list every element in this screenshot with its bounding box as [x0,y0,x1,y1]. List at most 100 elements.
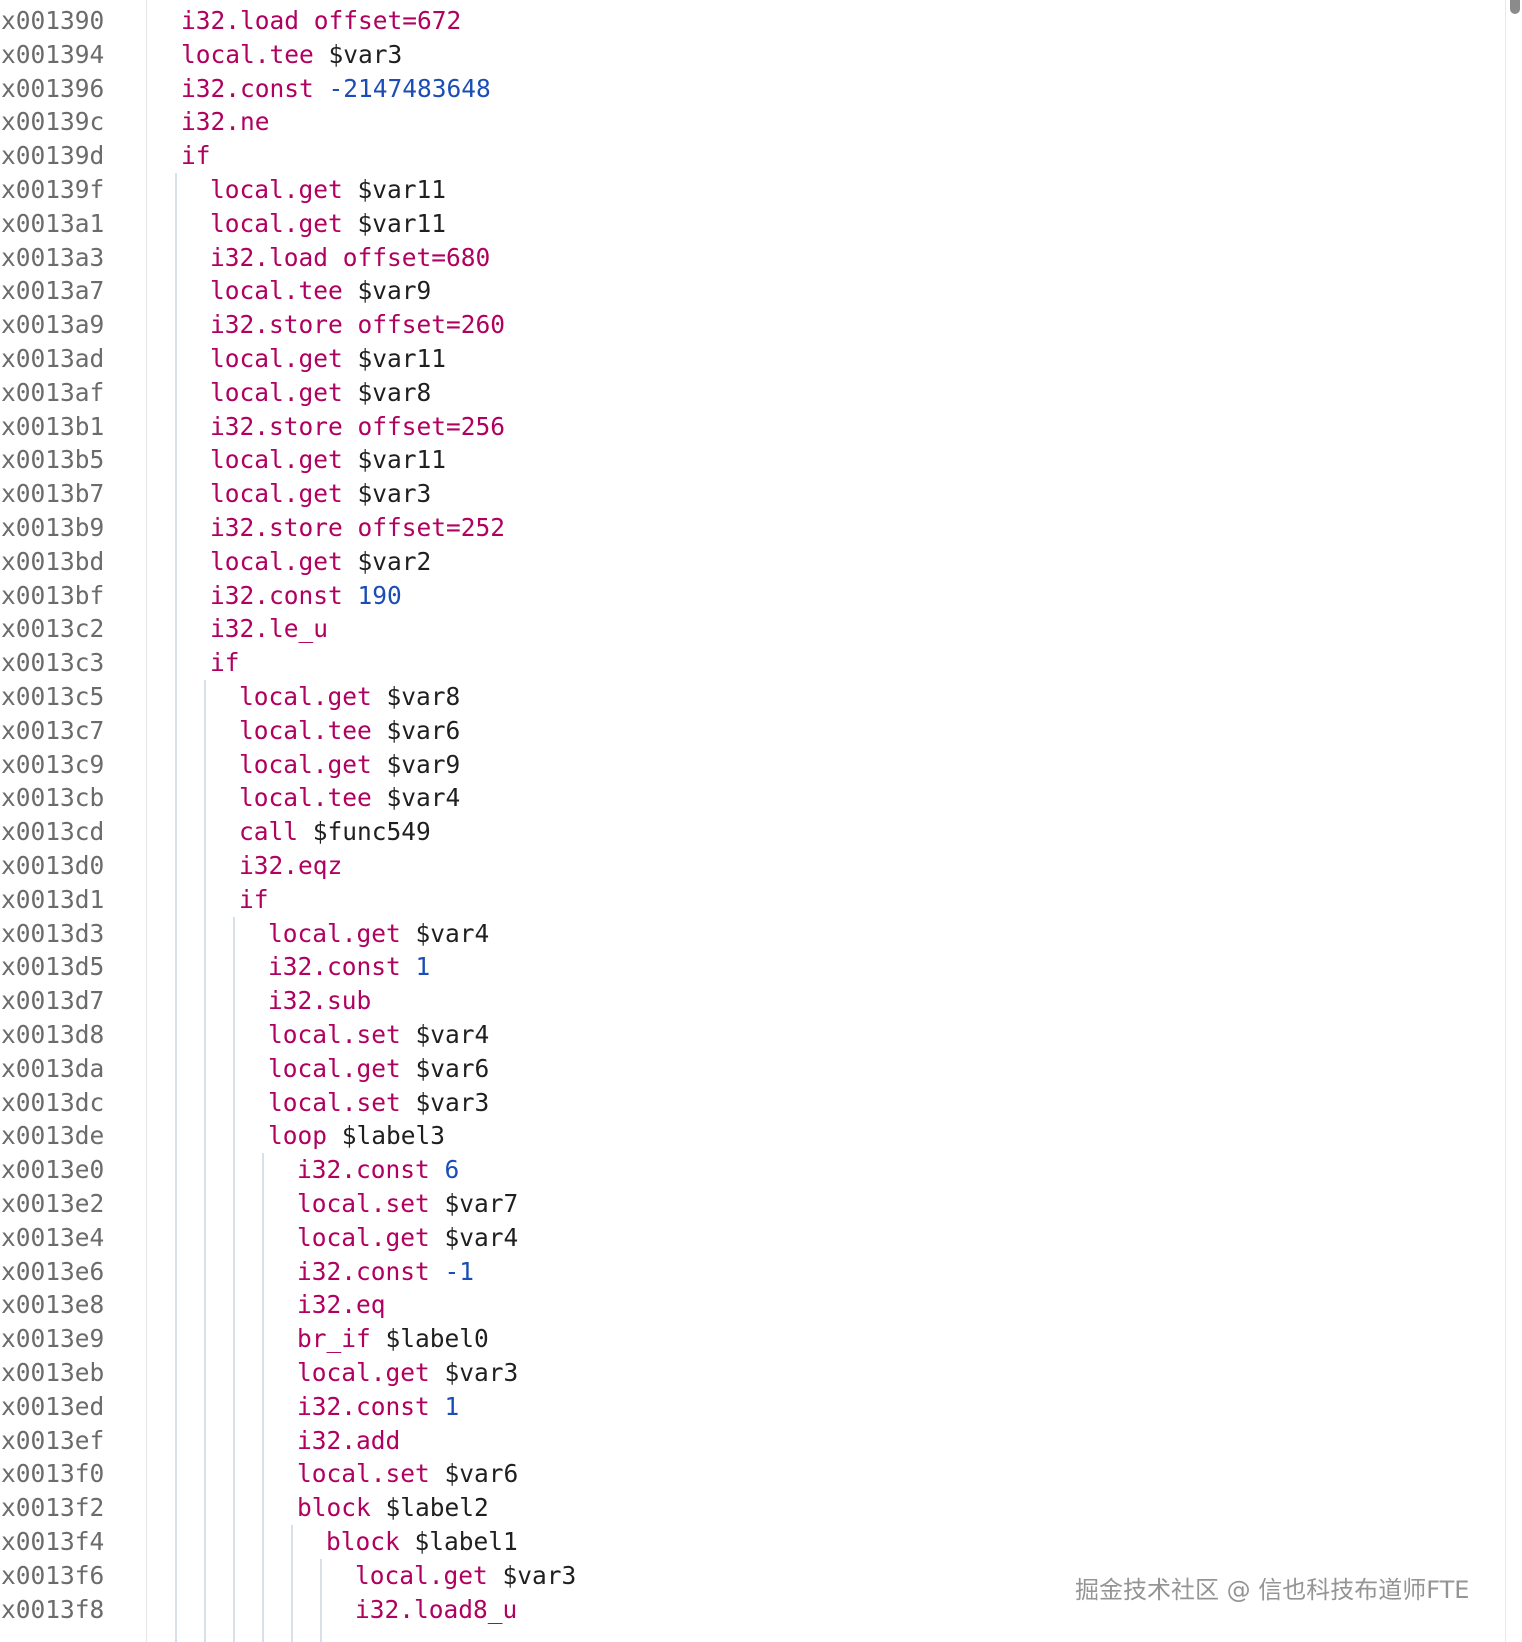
opcode: local.get [210,479,343,509]
identifier-operand: $var11 [357,208,447,238]
identifier-operand: $var11 [357,175,447,204]
opcode: local.get [210,175,343,204]
opcode: local.set [268,1087,401,1117]
identifier-operand: $var6 [444,1459,519,1489]
numeric-operand: -2147483648 [328,73,491,103]
instruction: i32.le_u [210,612,328,646]
opcode: i32.load offset=680 [210,242,491,272]
instruction: br_if $label0 [297,1322,489,1356]
line-address: x0013da [1,1053,105,1083]
opcode: i32.add [297,1425,401,1455]
identifier-operand: $var8 [386,682,461,711]
indent-guide [320,1558,322,1642]
line-address: x0013ad [1,344,105,373]
instruction: i32.sub [268,984,371,1018]
line-address: x0013d5 [1,952,105,982]
opcode: loop [268,1121,328,1151]
instruction: local.get $var3 [355,1559,576,1593]
instruction: i32.store offset=260 [210,308,505,342]
opcode: i32.const [268,952,401,982]
code-line: x0013d5 i32.const 1 [0,950,1480,984]
instruction: local.get $var4 [268,917,489,951]
line-address: x0013b1 [1,411,105,441]
line-address: x0013f0 [1,1459,105,1489]
code-line: x00139f local.get $var11 [0,173,1480,207]
opcode: i32.const [297,1256,430,1286]
instruction: if [239,883,269,917]
identifier-operand: $func549 [312,817,431,847]
opcode: block [326,1527,400,1556]
code-line: x0013c3 if [0,646,1480,680]
line-address: x0013e9 [1,1324,105,1354]
line-address: x0013d8 [1,1020,105,1049]
line-address: x0013e2 [1,1189,105,1218]
code-line: x0013ef i32.add [0,1424,1480,1458]
instruction: i32.load offset=672 [181,4,461,38]
opcode: i32.load offset=672 [181,6,462,35]
line-address: x0013d7 [1,986,105,1016]
instruction: local.set $var3 [268,1086,489,1120]
identifier-operand: $var4 [444,1222,519,1252]
indent-guide [175,173,177,1642]
identifier-operand: $var3 [502,1560,577,1590]
opcode: local.get [268,918,401,948]
identifier-operand: $var2 [357,546,432,576]
line-address: x0013cd [1,817,105,847]
instruction: i32.eq [297,1288,386,1322]
opcode: local.set [297,1189,430,1218]
opcode: call [239,817,299,847]
opcode: local.get [210,546,343,576]
code-line: x0013a7 local.tee $var9 [0,274,1480,308]
indent-guide [262,1153,264,1642]
instruction: local.get $var8 [239,680,460,714]
scrollbar-thumb[interactable] [1510,0,1520,14]
instruction: if [210,646,240,680]
instruction: i32.load offset=680 [210,241,490,275]
instruction: i32.const 6 [297,1153,459,1187]
indent-guide [204,680,206,1642]
line-address: x0013af [1,377,105,407]
instruction: local.get $var11 [210,173,446,207]
code-line: x0013b9 i32.store offset=252 [0,511,1480,545]
code-line: x0013f2 block $label2 [0,1491,1480,1525]
line-address: x0013bf [1,580,105,610]
code-line: x001394 local.tee $var3 [0,38,1480,72]
code-line: x0013da local.get $var6 [0,1052,1480,1086]
opcode: i32.eqz [239,851,343,880]
line-address: x0013a9 [1,310,105,340]
instruction: local.get $var8 [210,376,431,410]
opcode: i32.store offset=256 [210,411,506,441]
code-line: x0013c5 local.get $var8 [0,680,1480,714]
line-address: x0013c5 [1,682,105,711]
opcode: local.tee [181,39,314,69]
code-line: x0013c9 local.get $var9 [0,748,1480,782]
opcode: local.tee [239,783,372,813]
line-address: x0013a7 [1,276,105,306]
opcode: i32.le_u [210,614,329,644]
line-address: x0013f6 [1,1560,105,1590]
identifier-operand: $var9 [357,276,432,306]
opcode: local.get [355,1560,488,1590]
code-line: x00139c i32.ne [0,105,1480,139]
instruction: local.get $var4 [297,1221,518,1255]
code-line: x0013d0 i32.eqz [0,849,1480,883]
identifier-operand: $var3 [357,479,432,509]
code-line: x0013a9 i32.store offset=260 [0,308,1480,342]
code-line: x0013d1 if [0,883,1480,917]
line-address: x0013d3 [1,918,105,948]
line-address: x0013c2 [1,614,105,644]
code-line: x0013d8 local.set $var4 [0,1018,1480,1052]
identifier-operand: $label3 [341,1121,446,1151]
line-address: x0013e0 [1,1155,105,1185]
instruction: local.get $var11 [210,207,446,241]
identifier-operand: $label2 [385,1493,489,1523]
opcode: if [210,648,240,678]
code-line: x0013d3 local.get $var4 [0,917,1480,951]
vertical-scrollbar[interactable] [1505,0,1522,1642]
opcode: local.get [210,377,343,407]
watermark-text: 掘金技术社区 @ 信也科技布道师FTE [1075,1576,1470,1604]
instruction: local.tee $var9 [210,274,431,308]
instruction: i32.const 1 [297,1390,459,1424]
line-address: x0013f8 [1,1594,105,1624]
opcode: local.tee [239,715,372,745]
